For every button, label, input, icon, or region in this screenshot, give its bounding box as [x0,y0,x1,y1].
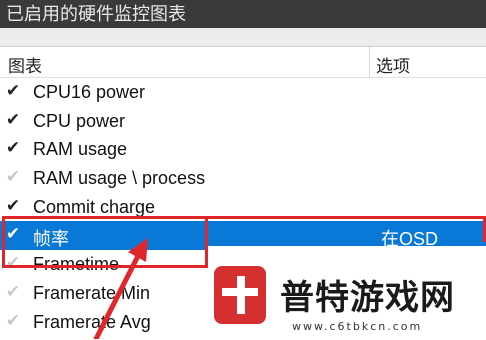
list-item[interactable]: ✔ RAM usage \ process [0,164,486,193]
checkmark-off-icon[interactable]: ✔ [4,254,22,272]
watermark-logo-icon [214,266,266,324]
checkmark-icon[interactable]: ✔ [4,139,22,157]
watermark-url: www.c6tbkcn.com [292,320,423,333]
list-item-label: Framerate Avg [33,311,151,332]
column-header-graph[interactable]: 图表 [8,52,42,77]
checkmark-off-icon[interactable]: ✔ [4,282,22,301]
watermark: 普特游戏网 www.c6tbkcn.com [208,246,486,339]
checkmark-off-icon[interactable]: ✔ [4,168,22,186]
list-item[interactable]: ✔ Commit charge [0,193,486,222]
checkmark-icon[interactable]: ✔ [4,225,22,243]
checkmark-icon[interactable]: ✔ [4,110,22,129]
list-item[interactable]: ✔ RAM usage [0,135,486,164]
list-item-label: CPU power [33,110,126,131]
checkmark-icon[interactable]: ✔ [4,82,22,100]
list-item-label: Commit charge [33,196,156,217]
list-item-label: RAM usage \ process [33,168,206,189]
column-separator[interactable] [369,47,370,77]
checkmark-off-icon[interactable]: ✔ [4,311,22,330]
list-item[interactable]: ✔ CPU16 power [0,78,486,107]
list-item-label: CPU16 power [33,82,146,102]
window-title: 已启用的硬件监控图表 [0,0,486,28]
list-item-label: Frametime [33,254,120,275]
list-item[interactable]: ✔ CPU power [0,107,486,136]
checkmark-icon[interactable]: ✔ [4,196,22,215]
list-item-label: RAM usage [33,139,128,160]
toolbar-gap [0,28,486,46]
list-item-label: Framerate Min [33,282,151,303]
list-item-label: 帧率 [33,229,69,250]
list-header: 图表 选项 [0,47,486,78]
column-header-options[interactable]: 选项 [376,52,410,77]
watermark-brand: 普特游戏网 [280,278,455,318]
